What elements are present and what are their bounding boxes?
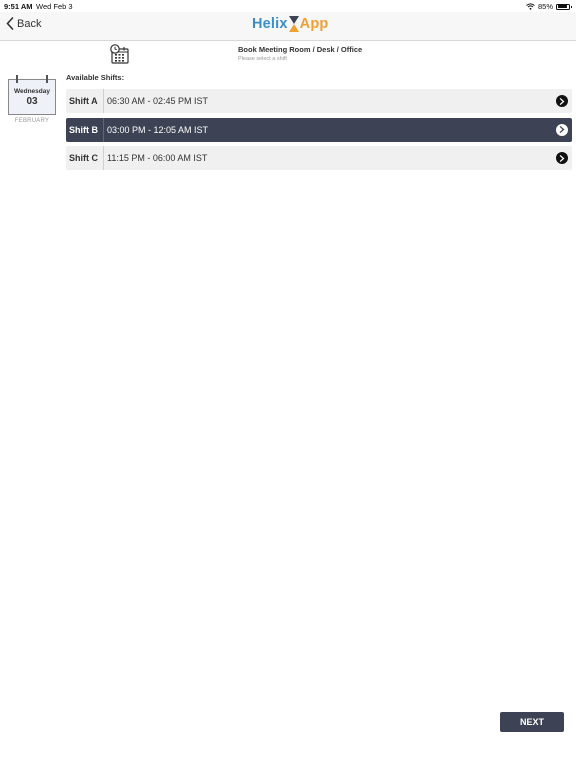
chevron-right-circle-icon (556, 95, 568, 107)
shift-name: Shift A (66, 89, 104, 113)
status-date: Wed Feb 3 (36, 2, 73, 11)
available-shifts-label: Available Shifts: (66, 73, 125, 82)
date-calendar: Wednesday 03 (8, 75, 56, 115)
nav-bar: Back Helix App (0, 12, 576, 41)
calendar-weekday: Wednesday (13, 88, 50, 95)
logo-text-app: App (299, 16, 329, 32)
back-label: Back (17, 17, 42, 30)
status-bar: 9:51 AM Wed Feb 3 85% (0, 0, 576, 12)
shift-row-a[interactable]: Shift A 06:30 AM - 02:45 PM IST (66, 89, 572, 113)
chevron-right-circle-icon (556, 123, 568, 136)
logo-text-helix: Helix (252, 16, 288, 32)
back-button[interactable]: Back (6, 17, 41, 30)
page-subtitle: Please select a shift (238, 56, 287, 62)
wifi-icon (526, 3, 535, 10)
calendar-ring (16, 75, 18, 83)
next-button[interactable]: NEXT (500, 712, 564, 732)
status-time: 9:51 AM (4, 2, 33, 11)
shift-name: Shift C (66, 146, 104, 170)
calendar-day: 03 (26, 96, 38, 107)
shift-time: 06:30 AM - 02:45 PM IST (107, 96, 209, 106)
shift-name: Shift B (66, 117, 104, 142)
chevron-left-icon (6, 17, 14, 30)
shift-list: Shift A 06:30 AM - 02:45 PM IST Shift B … (66, 89, 572, 175)
app-logo: Helix App (252, 15, 328, 33)
calendar-month: FEBRUARY (14, 118, 50, 124)
battery-icon (556, 3, 572, 10)
page-title: Book Meeting Room / Desk / Office (238, 45, 363, 54)
calendar-ring (46, 75, 48, 83)
hourglass-icon (288, 16, 299, 32)
shift-row-b[interactable]: Shift B 03:00 PM - 12:05 AM IST (66, 117, 572, 142)
shift-time: 11:15 PM - 06:00 AM IST (107, 153, 208, 163)
shift-time: 03:00 PM - 12:05 AM IST (107, 124, 209, 135)
chevron-right-circle-icon (556, 152, 568, 164)
battery-percent: 85% (537, 2, 553, 11)
shift-row-c[interactable]: Shift C 11:15 PM - 06:00 AM IST (66, 146, 572, 170)
status-right: 85% (526, 2, 572, 11)
calendar-clock-icon (110, 44, 129, 64)
